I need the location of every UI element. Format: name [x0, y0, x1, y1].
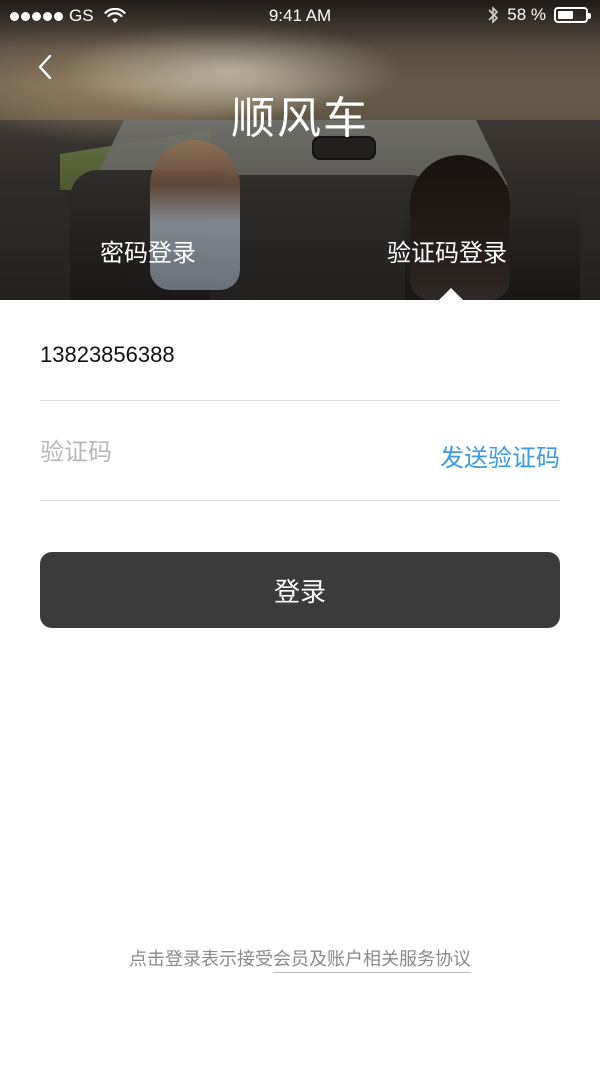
battery-percent: 58 %: [507, 5, 546, 24]
chevron-left-icon[interactable]: [30, 50, 64, 84]
battery-level-fill: [558, 11, 574, 19]
status-right: 58 %: [487, 5, 591, 25]
agreement-link[interactable]: 会员及账户相关服务协议: [273, 949, 471, 973]
bluetooth-icon: [488, 6, 499, 24]
agreement-text: 点击登录表示接受会员及账户相关服务协议: [0, 945, 600, 973]
battery-icon: [554, 7, 591, 23]
hero-banner: [0, 0, 600, 300]
tab-password-login[interactable]: 密码登录: [100, 233, 196, 268]
hero-overlay: [0, 0, 600, 300]
send-code-button[interactable]: 发送验证码: [440, 438, 560, 473]
tab-active-indicator: [438, 288, 464, 301]
phone-input[interactable]: [40, 342, 400, 368]
agreement-prefix: 点击登录表示接受: [129, 949, 273, 970]
tab-code-login[interactable]: 验证码登录: [387, 233, 507, 268]
phone-field-row: [40, 330, 560, 401]
code-field-row: 发送验证码: [40, 430, 560, 501]
status-bar: GS 9:41 AM 58 %: [0, 0, 600, 32]
verification-code-input[interactable]: [40, 438, 340, 466]
page-title: 顺风车: [231, 93, 369, 144]
login-button[interactable]: 登录: [40, 552, 560, 628]
